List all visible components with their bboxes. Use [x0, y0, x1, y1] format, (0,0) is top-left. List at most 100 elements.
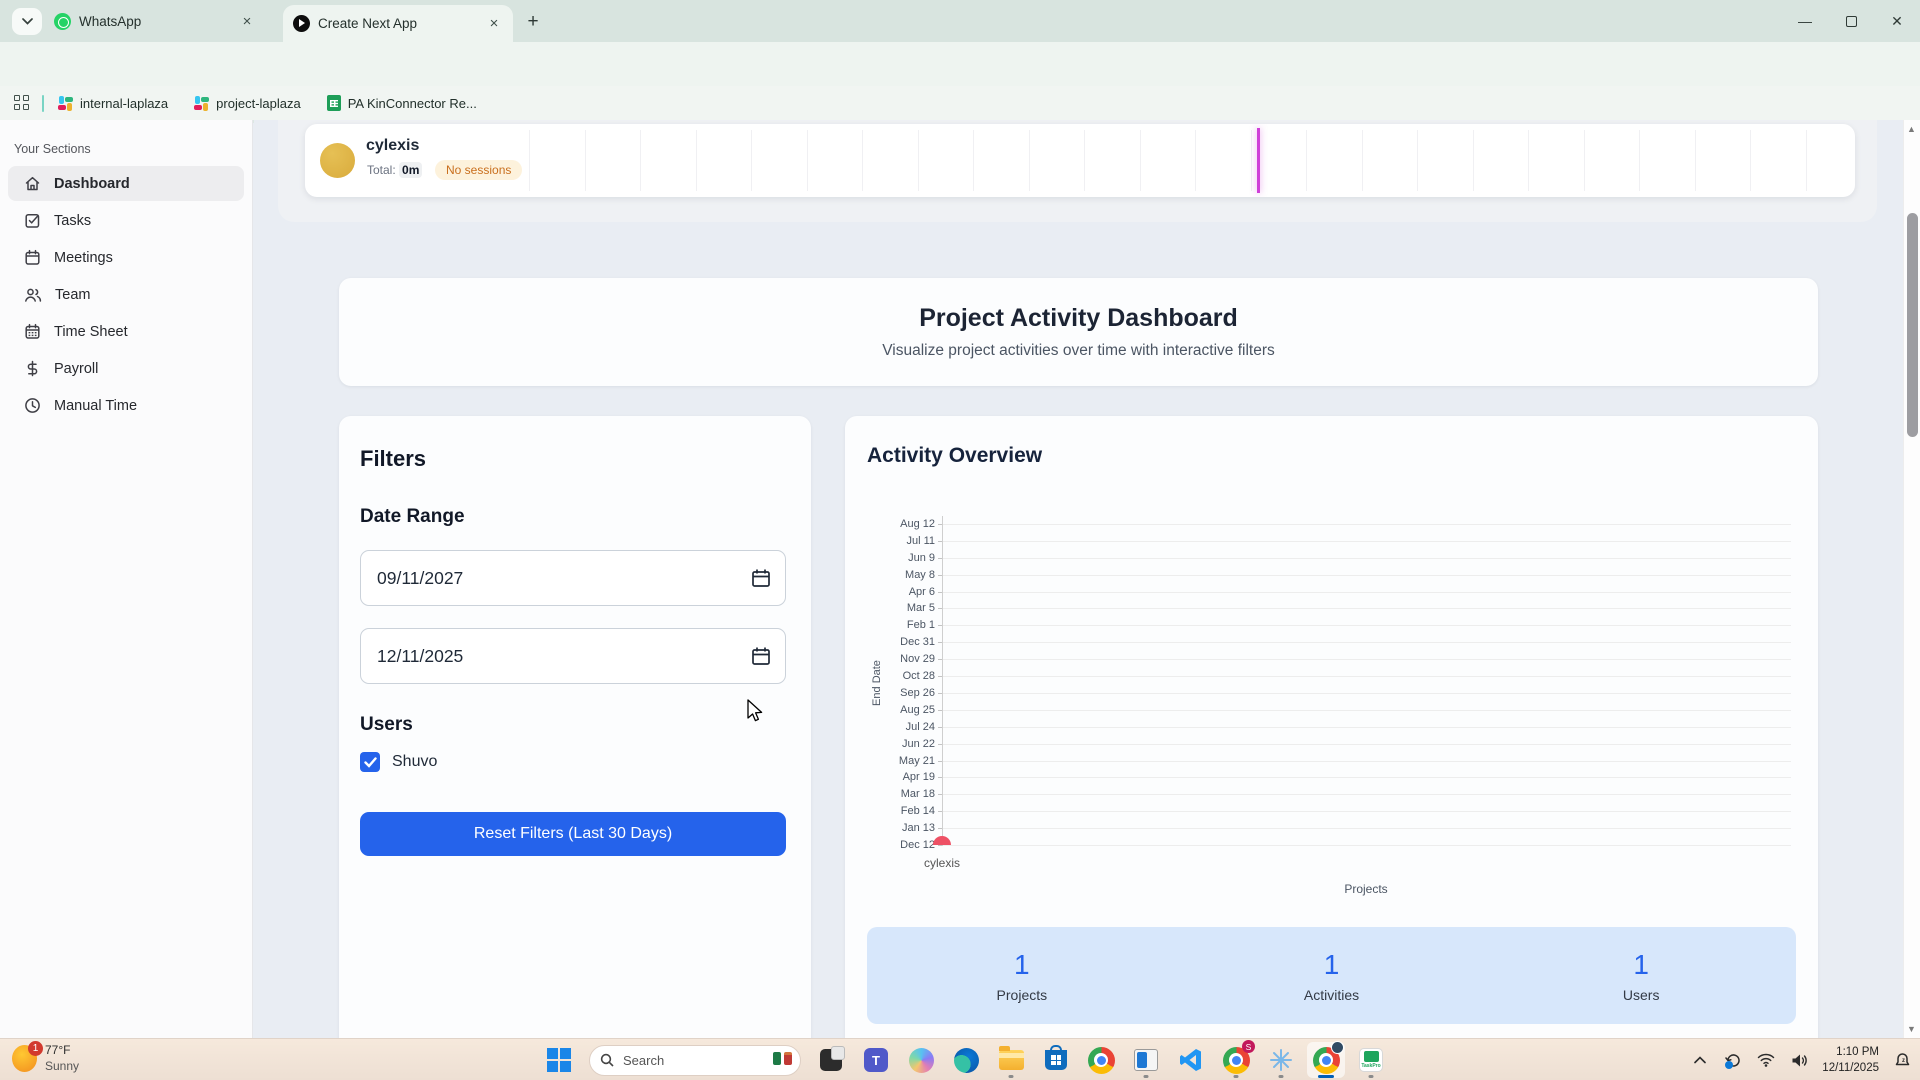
stat-label: Users	[1486, 987, 1796, 1003]
active-app-indicator	[1318, 1075, 1334, 1078]
gridline	[943, 558, 1791, 559]
y-tick-label: Jul 24	[849, 721, 935, 733]
tab-create-next-app[interactable]: Create Next App ×	[283, 5, 513, 42]
start-button[interactable]	[544, 1044, 574, 1076]
close-tab-icon[interactable]: ×	[238, 13, 256, 30]
clipper-icon[interactable]	[816, 1044, 846, 1076]
store-icon[interactable]	[1041, 1044, 1071, 1076]
gridline	[943, 744, 1791, 745]
y-tick	[938, 558, 942, 559]
minimize-button[interactable]: —	[1782, 0, 1828, 42]
y-tick-label: Sep 26	[849, 687, 935, 699]
calendar-icon[interactable]	[751, 646, 771, 666]
start-date-input[interactable]	[361, 551, 785, 605]
bookmark-pa-kinconnector-re-[interactable]: PA KinConnector Re...	[327, 95, 477, 111]
start-icon	[547, 1048, 571, 1072]
stat-value: 1	[1486, 949, 1796, 981]
vscode-icon[interactable]	[1176, 1044, 1206, 1076]
gridline	[943, 828, 1791, 829]
y-tick	[938, 625, 942, 626]
window-app-icon[interactable]	[1131, 1044, 1161, 1076]
sidebar-item-label: Team	[55, 287, 90, 303]
close-tab-icon[interactable]: ×	[485, 15, 503, 32]
sidebar-item-team[interactable]: Team	[8, 277, 244, 312]
sidebar-item-payroll[interactable]: Payroll	[8, 351, 244, 386]
y-tick	[938, 811, 942, 812]
scroll-down-icon[interactable]: ▼	[1907, 1024, 1917, 1034]
timeline-gridline	[973, 130, 974, 191]
taskbar-clock[interactable]: 1:10 PM 12/11/2025	[1822, 1044, 1879, 1076]
end-date-field	[360, 628, 786, 684]
sidebar-item-tasks[interactable]: Tasks	[8, 203, 244, 238]
end-date-input[interactable]	[361, 629, 785, 683]
bookmark-project-laplaza[interactable]: project-laplaza	[194, 96, 301, 111]
chevron-up-icon[interactable]	[1690, 1056, 1710, 1064]
calendar-icon[interactable]	[751, 568, 771, 588]
chrome-active-icon[interactable]	[1311, 1044, 1341, 1076]
sessions-strip: cylexis Total: 0m No sessions	[278, 120, 1877, 222]
dashboard-header-card: Project Activity Dashboard Visualize pro…	[339, 278, 1818, 386]
y-tick-label: Feb 14	[849, 805, 935, 817]
timeline-gridline	[751, 130, 752, 191]
gridline	[943, 761, 1791, 762]
scroll-up-icon[interactable]: ▲	[1907, 124, 1917, 134]
timeline-gridline	[918, 130, 919, 191]
scrollbar-thumb[interactable]	[1907, 213, 1918, 437]
search-decoration-icon	[773, 1052, 792, 1065]
weather-widget[interactable]: 1 77°F Sunny	[12, 1042, 79, 1074]
sidebar-item-label: Time Sheet	[54, 324, 128, 340]
user-checkbox[interactable]	[360, 752, 380, 772]
sync-update-icon[interactable]	[1723, 1052, 1743, 1069]
gridline	[943, 659, 1791, 660]
y-tick	[938, 676, 942, 677]
sidebar-item-manual-time[interactable]: Manual Time	[8, 388, 244, 423]
timeline-gridline	[1806, 130, 1807, 191]
timeline-gridline	[529, 130, 530, 191]
taskpro-icon[interactable]: TaskPro	[1356, 1044, 1386, 1076]
teams-icon[interactable]: T	[861, 1044, 891, 1076]
activity-chart: Aug 12Jul 11Jun 9May 8Apr 6Mar 5Feb 1Dec…	[845, 416, 1818, 896]
edge-icon[interactable]	[951, 1044, 981, 1076]
activity-overview-panel: Activity Overview Aug 12Jul 11Jun 9May 8…	[845, 416, 1818, 1038]
gridline	[943, 710, 1791, 711]
calendar-grid-icon	[24, 323, 41, 340]
chrome-icon[interactable]	[1086, 1044, 1116, 1076]
filters-heading: Filters	[360, 446, 790, 472]
volume-icon[interactable]	[1789, 1053, 1809, 1068]
y-tick-label: May 8	[849, 569, 935, 581]
timeline-gridline	[696, 130, 697, 191]
sun-icon: 1	[12, 1045, 37, 1072]
y-tick-label: Aug 12	[849, 518, 935, 530]
snowflake-icon[interactable]	[1266, 1044, 1296, 1076]
gridline	[943, 575, 1791, 576]
y-axis-line	[942, 516, 943, 846]
page-scrollbar[interactable]: ▲ ▼	[1903, 120, 1920, 1038]
sidebar-item-dashboard[interactable]: Dashboard	[8, 166, 244, 201]
chrome-profile-icon[interactable]: S	[1221, 1044, 1251, 1076]
y-tick-label: Dec 12	[849, 839, 935, 851]
bookmark-internal-laplaza[interactable]: internal-laplaza	[58, 96, 168, 111]
timeline-gridline	[1584, 130, 1585, 191]
y-tick	[938, 828, 942, 829]
tab-search-button[interactable]	[12, 8, 42, 35]
tab-whatsapp[interactable]: WhatsApp ×	[44, 0, 266, 42]
task-check-icon	[24, 212, 41, 229]
copilot-icon[interactable]	[906, 1044, 936, 1076]
wifi-icon[interactable]	[1756, 1053, 1776, 1067]
taskbar-search[interactable]: Search	[589, 1045, 801, 1076]
sidebar-item-time-sheet[interactable]: Time Sheet	[8, 314, 244, 349]
data-point[interactable]	[933, 836, 951, 845]
y-tick	[938, 710, 942, 711]
maximize-button[interactable]	[1828, 0, 1874, 42]
apps-grid-icon[interactable]	[14, 95, 30, 111]
new-tab-button[interactable]: +	[521, 10, 545, 34]
bookmarks-separator	[42, 95, 44, 112]
home-icon	[24, 175, 41, 192]
sidebar-item-meetings[interactable]: Meetings	[8, 240, 244, 275]
close-window-button[interactable]: ✕	[1874, 0, 1920, 42]
reset-filters-button[interactable]: Reset Filters (Last 30 Days)	[360, 812, 786, 856]
notification-bell-icon[interactable]: z	[1892, 1052, 1912, 1069]
file-explorer-icon[interactable]	[996, 1044, 1026, 1076]
gridline	[943, 541, 1791, 542]
y-tick-label: Oct 28	[849, 670, 935, 682]
